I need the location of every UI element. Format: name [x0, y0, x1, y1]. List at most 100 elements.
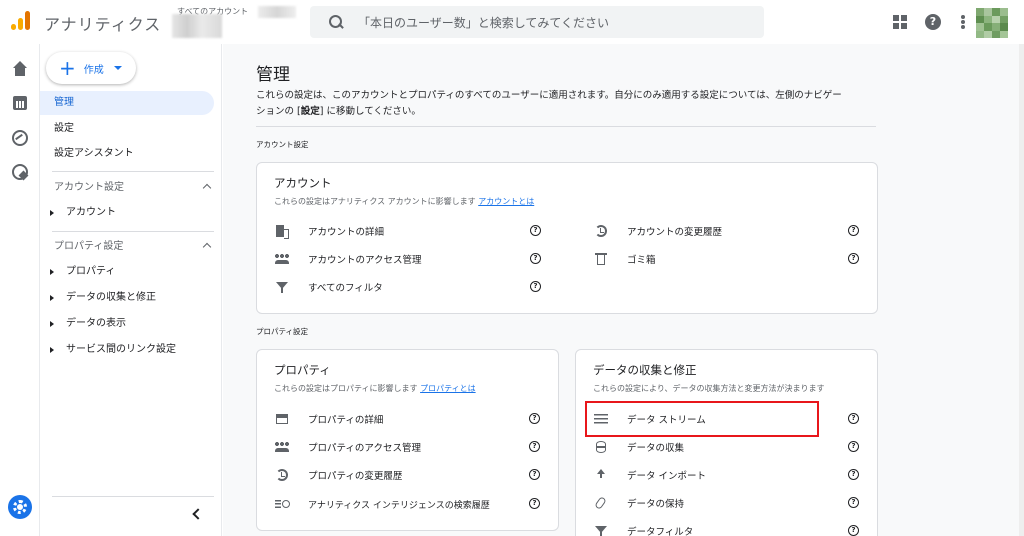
nav-sub-label: データの表示 — [66, 318, 126, 329]
row-label: アカウントの変更履歴 — [627, 227, 723, 238]
nav-sub-product-links[interactable]: サービス間のリンク設定 — [40, 339, 214, 361]
row-property-change-history[interactable]: プロパティの変更履歴 ? — [275, 461, 545, 489]
description-bold-settings: 設定 — [300, 106, 320, 117]
expand-arrow-icon — [50, 321, 54, 327]
card-subtitle-text: これらの設定はプロパティに影響します — [274, 384, 418, 393]
avatar[interactable] — [976, 8, 1008, 38]
row-account-details[interactable]: アカウントの詳細 ? — [275, 217, 547, 245]
nav-item-settings[interactable]: 設定 — [40, 117, 214, 141]
help-icon[interactable]: ? — [529, 469, 540, 480]
people-icon — [275, 440, 289, 454]
account-settings-heading: アカウント設定 — [256, 140, 309, 149]
nav-divider — [52, 171, 214, 172]
about-property-link[interactable]: プロパティとは — [420, 384, 476, 393]
collapse-nav-icon[interactable] — [190, 508, 202, 520]
row-label: プロパティのアクセス管理 — [308, 443, 421, 454]
history-icon — [594, 224, 608, 238]
help-icon[interactable]: ? — [529, 441, 540, 452]
help-icon[interactable]: ? — [530, 225, 541, 236]
row-label: データ インポート — [627, 471, 707, 482]
help-icon[interactable]: ? — [848, 253, 859, 264]
row-trash[interactable]: ゴミ箱 ? — [594, 245, 866, 273]
help-icon[interactable]: ? — [848, 441, 859, 452]
reports-icon[interactable] — [10, 94, 30, 114]
nav-sub-data-display[interactable]: データの表示 — [40, 313, 214, 335]
about-account-link[interactable]: アカウントとは — [478, 197, 534, 206]
main-content: 管理 これらの設定は、このアカウントとプロパティのすべてのユーザーに適用されます… — [223, 44, 1024, 536]
nav-sub-property[interactable]: プロパティ — [40, 261, 214, 283]
row-label: アカウントのアクセス管理 — [308, 255, 422, 266]
more-menu-icon[interactable] — [961, 15, 965, 29]
help-icon[interactable]: ? — [848, 413, 859, 424]
row-label: データフィルタ — [627, 527, 694, 536]
row-label: プロパティの変更履歴 — [308, 471, 403, 482]
nav-divider — [52, 496, 214, 497]
data-collection-card: データの収集と修正 これらの設定により、データの収集方法と変更方法が決まります … — [575, 349, 878, 536]
home-icon[interactable] — [10, 60, 30, 80]
explore-icon[interactable] — [10, 128, 30, 148]
help-icon[interactable]: ? — [529, 413, 540, 424]
help-icon[interactable]: ? — [848, 525, 859, 536]
row-label: ゴミ箱 — [627, 255, 656, 266]
description-line-2-post: ] に移動してください。 — [319, 106, 421, 117]
nav-section-account-settings[interactable]: アカウント設定 — [54, 178, 214, 198]
help-icon[interactable]: ? — [848, 469, 859, 480]
row-account-access[interactable]: アカウントのアクセス管理 ? — [275, 245, 547, 273]
window-icon — [275, 412, 289, 426]
help-icon[interactable]: ? — [529, 498, 540, 509]
filter-icon — [275, 280, 289, 294]
account-card: アカウント これらの設定はアナリティクス アカウントに影響します アカウントとは… — [256, 162, 878, 314]
help-icon[interactable]: ? — [530, 253, 541, 264]
row-intelligence-search-history[interactable]: アナリティクス インテリジェンスの検索履歴 ? — [275, 490, 545, 518]
card-title: プロパティ — [274, 363, 331, 377]
nav-item-setup-assistant[interactable]: 設定アシスタント — [40, 142, 214, 166]
row-account-change-history[interactable]: アカウントの変更履歴 ? — [594, 217, 866, 245]
create-button[interactable]: + 作成 — [46, 52, 136, 84]
row-property-access[interactable]: プロパティのアクセス管理 ? — [275, 433, 545, 461]
row-data-filters[interactable]: データフィルタ ? — [594, 517, 866, 536]
account-name-redacted[interactable] — [172, 14, 222, 38]
card-subtitle: これらの設定により、データの収集方法と変更方法が決まります — [593, 384, 825, 393]
row-data-collection[interactable]: データの収集 ? — [594, 433, 866, 461]
row-label: プロパティの詳細 — [308, 415, 384, 426]
row-label: すべてのフィルタ — [308, 283, 383, 294]
nav-sub-data-collection[interactable]: データの収集と修正 — [40, 287, 214, 309]
card-subtitle: これらの設定はアナリティクス アカウントに影響します アカウントとは — [274, 196, 534, 207]
nav-section-property-settings[interactable]: プロパティ設定 — [54, 237, 214, 257]
search-input[interactable]: 「本日のユーザー数」と検索してみてください — [358, 14, 609, 31]
nav-section-label: プロパティ設定 — [54, 241, 124, 252]
help-icon[interactable]: ? — [848, 225, 859, 236]
nav-sub-label: サービス間のリンク設定 — [66, 344, 176, 355]
page-description: これらの設定は、このアカウントとプロパティのすべてのユーザーに適用されます。自分… — [256, 88, 876, 120]
chevron-up-icon — [202, 183, 212, 193]
row-label: データの収集 — [627, 443, 685, 454]
row-label: アカウントの詳細 — [308, 227, 385, 238]
card-title: データの収集と修正 — [593, 363, 697, 377]
caret-down-icon — [113, 66, 122, 70]
create-button-label: 作成 — [83, 64, 104, 76]
analytics-logo-icon[interactable] — [10, 10, 32, 32]
help-icon[interactable]: ? — [925, 14, 941, 30]
advertising-icon[interactable] — [10, 162, 30, 182]
nav-sub-label: アカウント — [66, 207, 116, 218]
row-label: アナリティクス インテリジェンスの検索履歴 — [308, 500, 490, 511]
top-bar: アナリティクス すべてのアカウント 「本日のユーザー数」と検索してみてください … — [0, 0, 1024, 44]
scrollbar[interactable] — [1019, 44, 1024, 536]
row-data-import[interactable]: データ インポート ? — [594, 461, 866, 489]
trash-icon — [594, 252, 608, 266]
chevron-up-icon — [202, 242, 212, 252]
nav-sub-account[interactable]: アカウント — [40, 202, 214, 224]
search-bar[interactable]: 「本日のユーザー数」と検索してみてください — [310, 6, 764, 38]
row-property-details[interactable]: プロパティの詳細 ? — [275, 405, 545, 433]
help-icon[interactable]: ? — [848, 497, 859, 508]
expand-arrow-icon — [50, 295, 54, 301]
card-subtitle-text: これらの設定はアナリティクス アカウントに影響します — [274, 197, 476, 206]
help-icon[interactable]: ? — [530, 281, 541, 292]
row-all-filters[interactable]: すべてのフィルタ ? — [275, 273, 547, 301]
row-data-retention[interactable]: データの保持 ? — [594, 489, 866, 517]
card-subtitle: これらの設定はプロパティに影響します プロパティとは — [274, 383, 476, 394]
nav-item-admin[interactable]: 管理 — [40, 91, 214, 115]
upload-icon — [594, 468, 608, 482]
admin-gear-icon[interactable] — [8, 495, 32, 519]
apps-grid-icon[interactable] — [893, 15, 907, 29]
